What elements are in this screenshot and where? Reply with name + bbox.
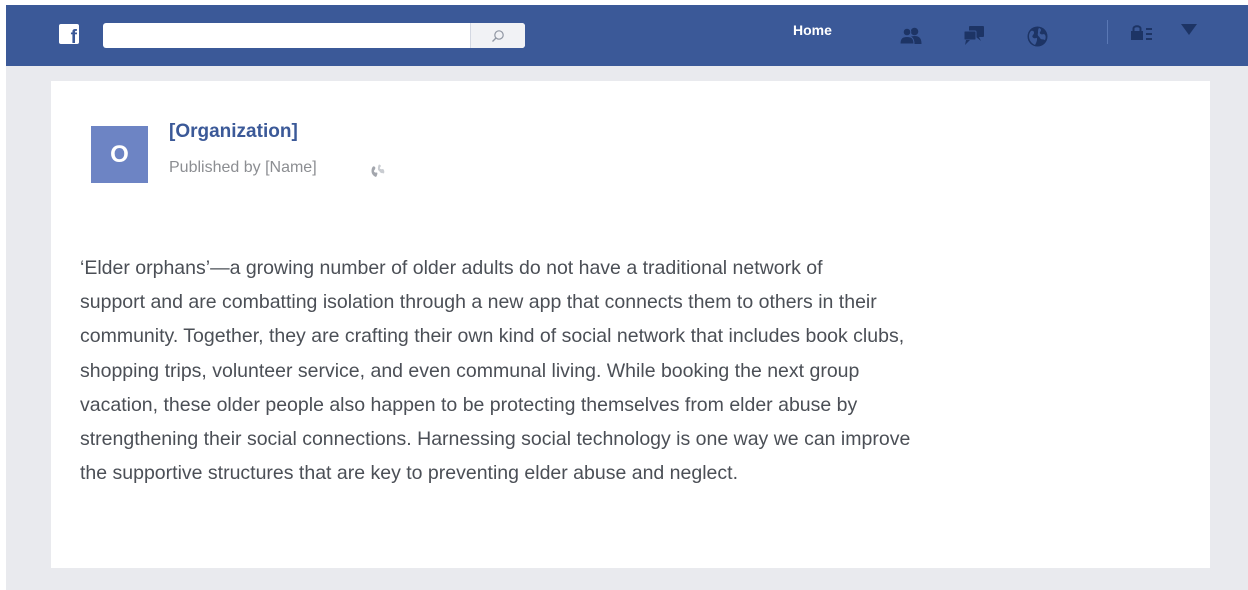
post-line: support and are combatting isolation thr… [80,291,877,314]
search-box [103,23,525,48]
home-link[interactable]: Home [793,22,832,38]
published-by-text: Published by [Name] [169,159,317,176]
search-button[interactable] [470,23,525,48]
logo-letter: f [70,27,77,44]
avatar[interactable]: O [91,126,148,183]
post-line: strengthening their social connections. … [80,428,911,451]
post-line: shopping trips, volunteer service, and e… [80,359,860,382]
nav-divider [1107,20,1108,44]
notifications-globe-icon[interactable] [1027,26,1048,47]
account-dropdown-icon[interactable] [1181,24,1197,35]
globe-icon[interactable] [370,163,386,179]
search-input[interactable] [103,23,468,48]
privacy-lock-icon[interactable] [1130,24,1162,42]
facebook-logo-icon[interactable]: f [59,24,79,44]
search-icon [492,29,504,42]
messages-icon[interactable] [963,26,985,46]
post-body-text: ‘Elder orphans’—a growing number of olde… [80,251,1190,490]
post-line: vacation, these older people also happen… [80,393,858,416]
post-line: community. Together, they are crafting t… [80,325,905,348]
avatar-letter: O [110,140,129,168]
post-line: the supportive structures that are key t… [80,462,738,485]
organization-name-link[interactable]: [Organization] [169,121,298,143]
friends-icon[interactable] [899,27,923,44]
post-line: ‘Elder orphans’—a growing number of olde… [80,257,823,279]
